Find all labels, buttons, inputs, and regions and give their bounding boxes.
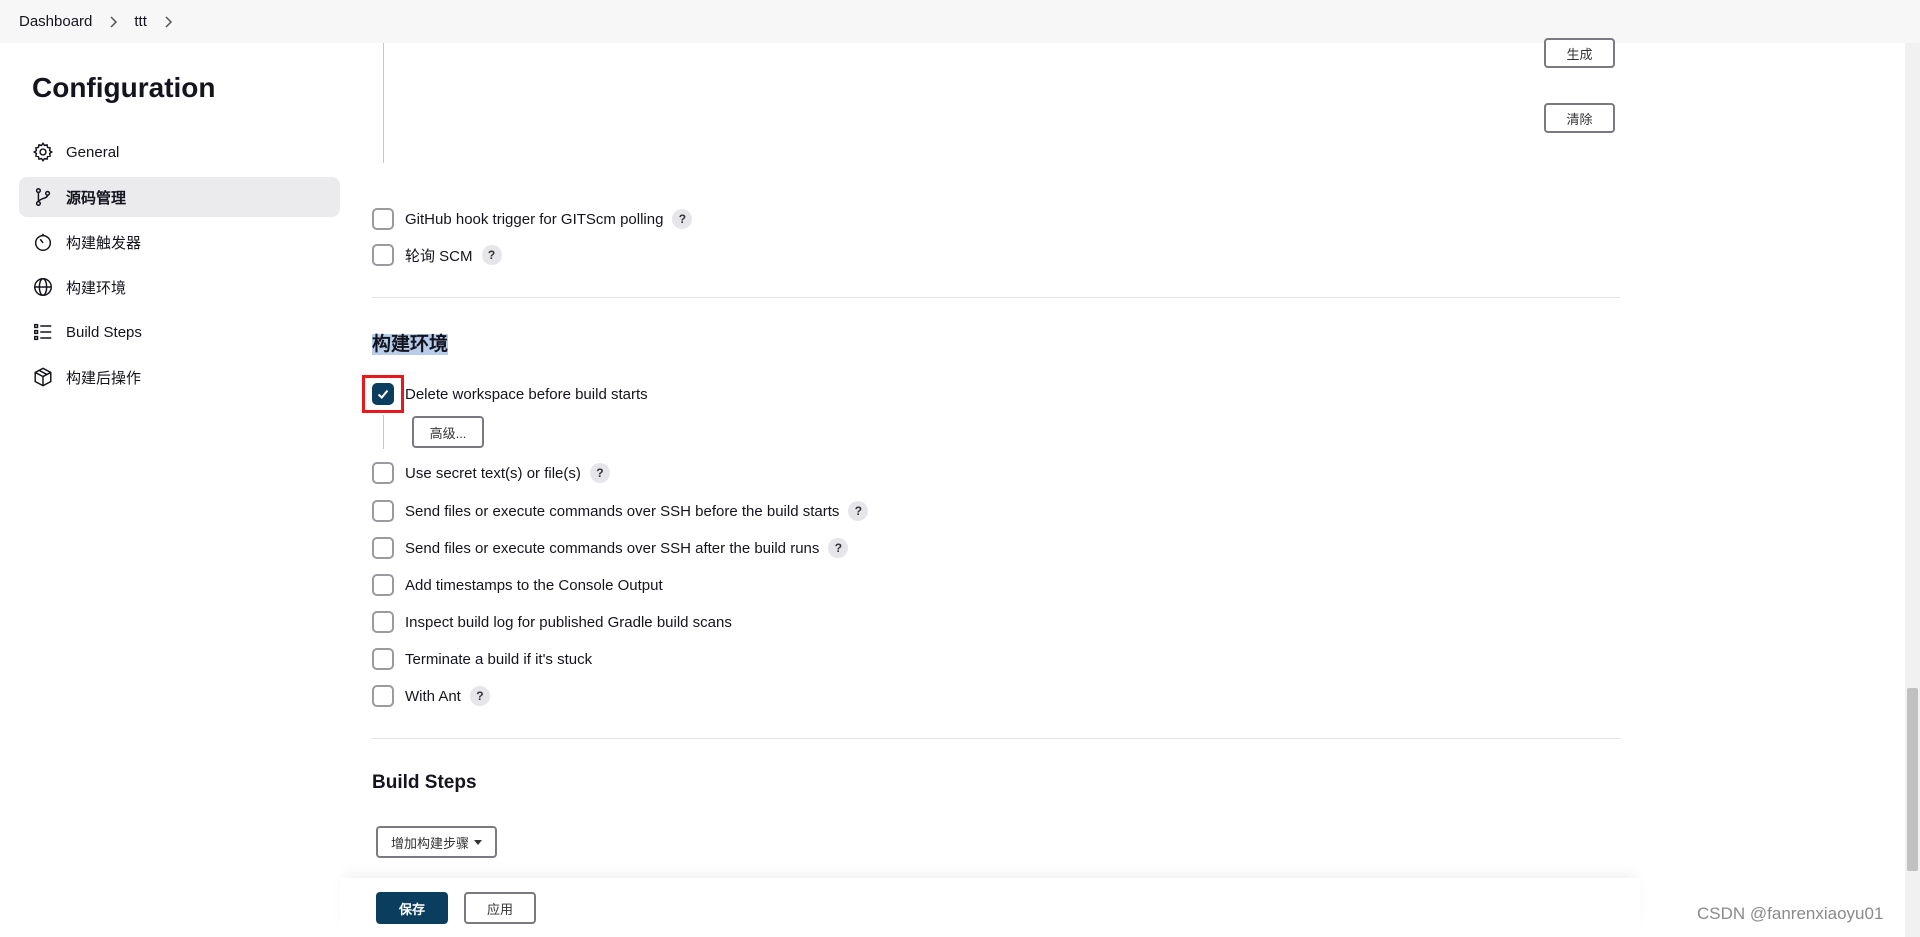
scrollbar-thumb[interactable] <box>1907 688 1918 871</box>
save-button[interactable]: 保存 <box>376 892 448 924</box>
sidebar-item-label: 构建触发器 <box>66 234 142 252</box>
advanced-button[interactable]: 高级... <box>412 416 484 448</box>
option-secret-text: Use secret text(s) or file(s) ? <box>372 461 610 485</box>
add-build-step-button[interactable]: 增加构建步骤 <box>376 826 497 858</box>
sidebar-item-label: General <box>66 143 120 161</box>
option-terminate-stuck: Terminate a build if it's stuck <box>372 647 592 671</box>
globe-icon <box>32 276 54 298</box>
section-title-text: 构建环境 <box>372 334 449 355</box>
branch-icon <box>32 186 54 208</box>
help-icon[interactable]: ? <box>469 686 490 706</box>
watermark: CSDN @fanrenxiaoyu01 <box>1697 904 1884 923</box>
checkbox[interactable] <box>372 462 394 484</box>
section-title-build-steps: Build Steps <box>372 772 477 793</box>
option-label: Use secret text(s) or file(s) <box>405 464 581 482</box>
checkbox[interactable] <box>372 500 394 522</box>
sidebar-item-scm[interactable]: 源码管理 <box>19 177 340 217</box>
option-label: Terminate a build if it's stuck <box>405 650 593 668</box>
option-github-hook: GitHub hook trigger for GITScm polling ? <box>372 207 693 231</box>
clear-button[interactable]: 清除 <box>1544 103 1615 133</box>
checkbox[interactable] <box>372 648 394 670</box>
option-gradle-scan: Inspect build log for published Gradle b… <box>372 610 732 634</box>
help-icon[interactable]: ? <box>672 209 693 229</box>
check-icon <box>377 389 389 399</box>
sidebar-item-label: 源码管理 <box>66 189 127 207</box>
checkbox[interactable] <box>372 537 394 559</box>
sidebar-item-label: 构建后操作 <box>66 369 142 387</box>
breadcrumb: Dashboard ttt <box>0 0 1920 43</box>
option-label: Delete workspace before build starts <box>405 385 648 403</box>
list-icon <box>32 321 54 343</box>
main-content: 生成 清除 GitHub hook trigger for GITScm pol… <box>362 38 1622 937</box>
option-label: GitHub hook trigger for GITScm polling <box>405 210 664 228</box>
apply-button[interactable]: 应用 <box>464 892 536 924</box>
help-icon[interactable]: ? <box>481 245 502 265</box>
sidebar-item-build-steps[interactable]: Build Steps <box>19 312 340 352</box>
option-label: Send files or execute commands over SSH … <box>405 539 820 557</box>
breadcrumb-dashboard[interactable]: Dashboard <box>19 13 92 30</box>
option-ssh-before: Send files or execute commands over SSH … <box>372 499 869 523</box>
sub-indent-line <box>383 415 384 449</box>
sidebar-item-general[interactable]: General <box>19 132 340 172</box>
checkbox[interactable] <box>372 244 394 266</box>
sidebar-item-label: Build Steps <box>66 323 142 341</box>
section-divider <box>372 297 1620 298</box>
sidebar: Configuration General 源码管理 构建触发器 构建环境 Bu… <box>19 72 340 402</box>
option-label: Add timestamps to the Console Output <box>405 576 663 594</box>
option-label: With Ant <box>405 687 461 705</box>
checkbox-checked[interactable] <box>372 383 394 405</box>
caret-down-icon <box>474 839 482 845</box>
breadcrumb-ttt[interactable]: ttt <box>134 13 147 30</box>
help-icon[interactable]: ? <box>828 538 849 558</box>
page-title: Configuration <box>32 72 216 103</box>
timer-icon <box>32 231 54 253</box>
help-icon[interactable]: ? <box>589 463 610 483</box>
option-label: Send files or execute commands over SSH … <box>405 502 840 520</box>
gear-icon <box>32 141 54 163</box>
checkbox[interactable] <box>372 574 394 596</box>
sidebar-item-build-env[interactable]: 构建环境 <box>19 267 340 307</box>
checkbox[interactable] <box>372 611 394 633</box>
option-delete-workspace: Delete workspace before build starts <box>372 382 648 406</box>
checkbox[interactable] <box>372 208 394 230</box>
option-label: Inspect build log for published Gradle b… <box>405 613 732 631</box>
bottom-action-bar: 保存 应用 <box>340 878 1640 937</box>
section-title-build-env: 构建环境 <box>372 329 449 356</box>
checkbox[interactable] <box>372 685 394 707</box>
help-icon[interactable]: ? <box>848 501 869 521</box>
option-label: 轮询 SCM <box>405 247 473 265</box>
sidebar-item-label: 构建环境 <box>66 279 127 297</box>
option-ssh-after: Send files or execute commands over SSH … <box>372 536 849 560</box>
chevron-right-icon[interactable] <box>163 15 173 28</box>
section-divider <box>372 738 1620 739</box>
sidebar-item-build-triggers[interactable]: 构建触发器 <box>19 222 340 262</box>
package-icon <box>32 366 54 388</box>
option-with-ant: With Ant ? <box>372 684 490 708</box>
option-poll-scm: 轮询 SCM ? <box>372 243 502 267</box>
sidebar-item-post-build[interactable]: 构建后操作 <box>19 357 340 397</box>
option-timestamps: Add timestamps to the Console Output <box>372 573 663 597</box>
section-indent-line <box>383 43 384 163</box>
add-build-step-label: 增加构建步骤 <box>390 835 469 851</box>
generate-button[interactable]: 生成 <box>1544 38 1615 68</box>
chevron-right-icon[interactable] <box>108 15 118 28</box>
